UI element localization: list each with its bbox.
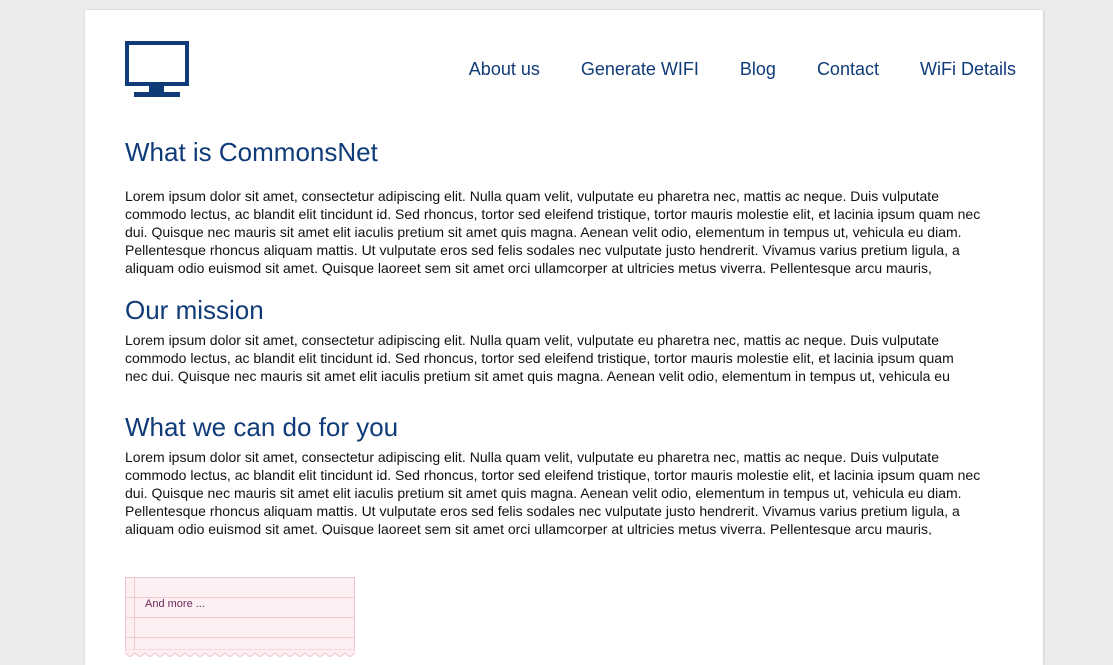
section-body-what-we-do: Lorem ipsum dolor sit amet, consectetur … [125,449,981,535]
nav-blog[interactable]: Blog [740,58,776,80]
page-container: About us Generate WIFI Blog Contact WiFi… [85,10,1043,665]
section-title-what-we-do: What we can do for you [125,412,399,442]
monitor-icon[interactable] [125,41,189,99]
section-title-mission: Our mission [125,295,264,325]
note-torn-edge [125,649,355,657]
section-body-mission: Lorem ipsum dolor sit amet, consectetur … [125,332,954,384]
nav-contact[interactable]: Contact [817,58,879,80]
nav-generate-wifi[interactable]: Generate WIFI [581,58,699,80]
nav-about-us[interactable]: About us [469,58,540,80]
and-more-link[interactable]: And more ... [145,598,205,610]
nav-wifi-details[interactable]: WiFi Details [920,58,1016,80]
section-body-what-is: Lorem ipsum dolor sit amet, consectetur … [125,188,981,276]
and-more-note[interactable]: And more ... [125,577,355,649]
section-title-what-is: What is CommonsNet [125,137,378,167]
main-nav: About us Generate WIFI Blog Contact WiFi… [469,58,1016,80]
